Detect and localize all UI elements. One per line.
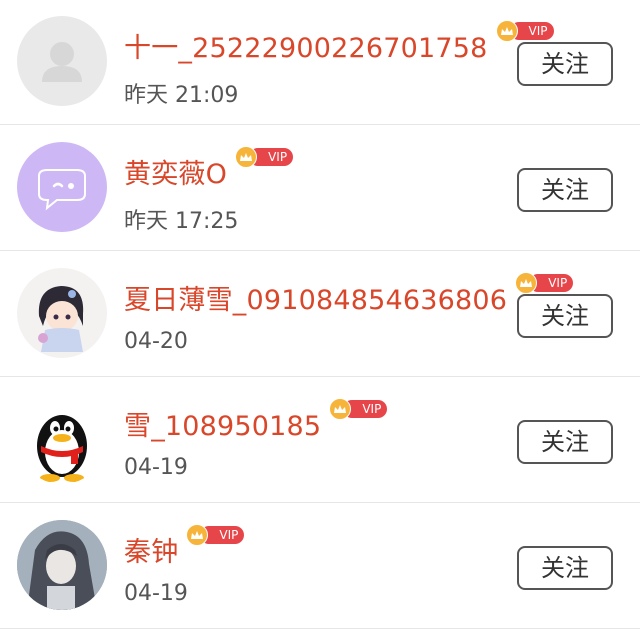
follow-time: 04-19 xyxy=(124,581,188,606)
vip-badge: VIP xyxy=(515,272,574,294)
crown-icon xyxy=(186,524,209,546)
default-user-icon xyxy=(42,42,82,82)
vip-badge: VIP xyxy=(329,398,388,420)
crown-icon xyxy=(515,272,538,294)
follow-button[interactable]: 关注 xyxy=(517,546,613,590)
avatar[interactable] xyxy=(17,268,107,358)
user-name[interactable]: 雪_108950185 xyxy=(124,404,321,443)
vip-badge: VIP xyxy=(186,524,245,546)
follower-list: 十一_25222900226701758 VIP 昨天 21:09 关注 黄奕薇… xyxy=(0,0,640,637)
user-name[interactable]: 夏日薄雪_091084854636806 xyxy=(124,278,507,317)
user-name[interactable]: 秦钟 xyxy=(124,530,178,569)
user-name[interactable]: 十一_25222900226701758 xyxy=(124,26,488,65)
follow-time: 昨天 21:09 xyxy=(124,83,239,108)
avatar[interactable] xyxy=(17,394,107,484)
follow-button[interactable]: 关注 xyxy=(517,294,613,338)
follow-time: 04-20 xyxy=(124,329,188,354)
qq-penguin-icon xyxy=(37,415,87,482)
follow-button[interactable]: 关注 xyxy=(517,42,613,86)
vip-badge: VIP xyxy=(235,146,294,168)
vip-badge: VIP xyxy=(495,20,554,42)
crown-icon xyxy=(235,146,258,168)
follow-button[interactable]: 关注 xyxy=(517,168,613,212)
follow-time: 04-19 xyxy=(124,455,188,480)
list-item[interactable]: 雪_108950185 VIP 04-19 关注 xyxy=(0,377,640,503)
list-item[interactable]: 夏日薄雪_091084854636806 VIP 04-20 关注 xyxy=(0,251,640,377)
user-name[interactable]: 黄奕薇O xyxy=(124,152,227,191)
avatar[interactable] xyxy=(17,520,107,610)
chat-bubble-icon xyxy=(38,169,86,211)
crown-icon xyxy=(329,398,352,420)
crown-icon xyxy=(495,20,518,42)
avatar[interactable] xyxy=(17,16,107,106)
girl-portrait-avatar xyxy=(17,520,107,610)
anime-girl-avatar xyxy=(38,286,84,352)
avatar[interactable] xyxy=(17,142,107,232)
list-item[interactable]: 黄奕薇O VIP 昨天 17:25 关注 xyxy=(0,125,640,251)
list-item[interactable]: 秦钟 VIP 04-19 关注 xyxy=(0,503,640,629)
follow-button[interactable]: 关注 xyxy=(517,420,613,464)
follow-time: 昨天 17:25 xyxy=(124,209,239,234)
list-item[interactable]: 十一_25222900226701758 VIP 昨天 21:09 关注 xyxy=(0,0,640,125)
